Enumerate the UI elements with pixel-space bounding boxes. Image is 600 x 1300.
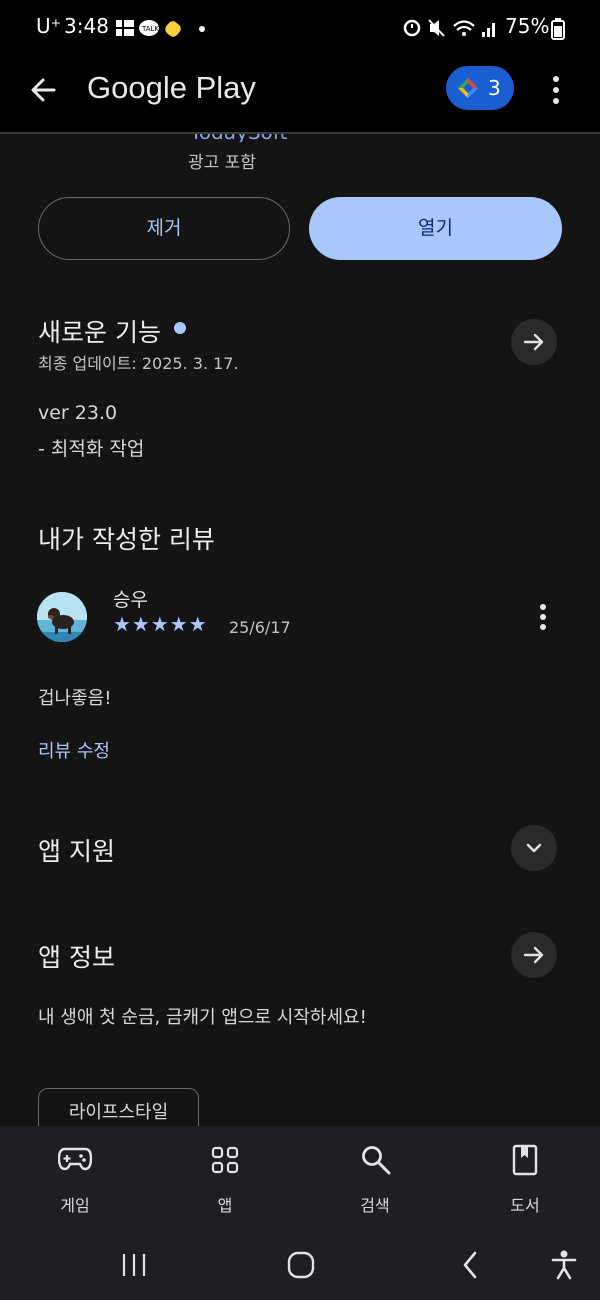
avatar	[37, 592, 87, 642]
home-icon[interactable]	[287, 1251, 315, 1279]
carrier-label: U⁺	[36, 14, 62, 38]
battery-percent: 75%	[505, 14, 550, 38]
nav-books[interactable]: 도서	[475, 1126, 575, 1226]
developer-name[interactable]: TodaySoft	[190, 134, 287, 142]
open-label: 열기	[418, 217, 453, 239]
review-more-options-icon[interactable]	[533, 602, 553, 632]
nav-apps[interactable]: 앱	[175, 1126, 275, 1226]
arrow-right-icon	[523, 333, 544, 351]
app-info-title: 앱 정보	[38, 943, 115, 972]
edit-review-link[interactable]: 리뷰 수정	[38, 737, 110, 763]
more-options-icon[interactable]	[546, 74, 566, 106]
bottom-navigation: 게임 앱 검색 도서	[0, 1126, 600, 1226]
chevron-down-icon	[526, 843, 542, 853]
uninstall-label: 제거	[146, 217, 182, 239]
review-author: 승우	[113, 589, 148, 611]
system-navigation-bar	[0, 1226, 600, 1300]
status-time: 3:48	[64, 14, 109, 38]
nav-search-label: 검색	[360, 1196, 390, 1215]
app-support-title: 앱 지원	[38, 837, 115, 866]
last-updated: 최종 업데이트: 2025. 3. 17.	[38, 354, 239, 373]
status-bar: U⁺ 3:48 TALK 75%	[0, 0, 600, 56]
review-stars: ★★★★★	[113, 612, 208, 636]
nav-search[interactable]: 검색	[325, 1126, 425, 1226]
svg-text:TALK: TALK	[141, 25, 159, 33]
developer-name-clip: TodaySoft	[188, 134, 328, 142]
release-notes: - 최적화 작업	[38, 438, 145, 460]
version-text: ver 23.0	[38, 402, 118, 424]
dog-avatar-icon	[37, 592, 87, 642]
page-title: Google Play	[87, 70, 256, 105]
whats-new-arrow-button[interactable]	[511, 319, 557, 365]
whats-new-title: 새로운 기능	[38, 318, 161, 347]
back-arrow-icon[interactable]	[28, 74, 60, 106]
notification-icons: TALK	[116, 20, 205, 37]
app-info-arrow-button[interactable]	[511, 932, 557, 978]
gamepad-icon	[58, 1147, 92, 1171]
new-indicator-dot	[174, 322, 186, 334]
battery-icon	[551, 18, 565, 40]
accessibility-icon[interactable]	[550, 1250, 578, 1280]
play-points-badge[interactable]: 3	[446, 66, 514, 110]
system-status-icons	[403, 19, 495, 37]
app-description: 내 생애 첫 순금, 금캐기 앱으로 시작하세요!	[38, 1007, 367, 1028]
arrow-right-icon	[523, 946, 544, 964]
uninstall-button[interactable]: 제거	[38, 197, 290, 260]
play-points-icon	[458, 78, 478, 98]
search-icon	[362, 1146, 391, 1175]
nav-apps-label: 앱	[217, 1196, 233, 1215]
open-button[interactable]: 열기	[309, 197, 562, 260]
my-review-title: 내가 작성한 리뷰	[38, 525, 215, 554]
nav-games-label: 게임	[60, 1196, 90, 1215]
book-icon	[512, 1144, 538, 1176]
nav-games[interactable]: 게임	[25, 1126, 125, 1226]
apps-grid-icon	[211, 1146, 239, 1174]
points-count: 3	[488, 76, 501, 100]
recent-apps-icon[interactable]	[120, 1252, 148, 1278]
review-text: 겁나좋음!	[38, 688, 112, 709]
back-nav-icon[interactable]	[460, 1250, 480, 1280]
nav-books-label: 도서	[510, 1196, 540, 1215]
app-support-expand-button[interactable]	[511, 825, 557, 871]
ads-label: 광고 포함	[188, 153, 256, 173]
review-date: 25/6/17	[229, 618, 291, 637]
